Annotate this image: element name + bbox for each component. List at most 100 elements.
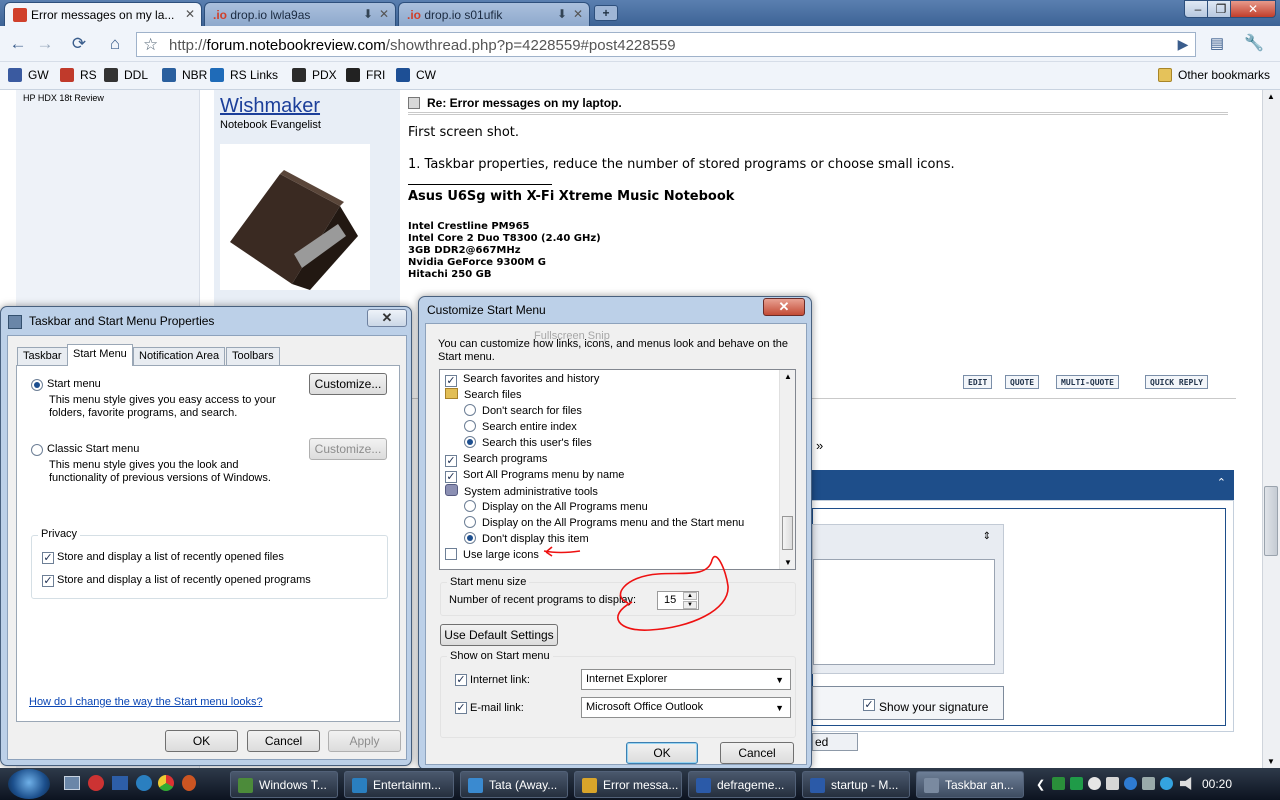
taskbar-button-1[interactable]: Windows T... bbox=[230, 771, 338, 798]
quicklaunch-icon[interactable] bbox=[182, 775, 196, 791]
close-icon[interactable]: ✕ bbox=[367, 309, 407, 327]
classic-start-menu-radio[interactable] bbox=[31, 444, 43, 456]
option-search-favorites-and-history[interactable]: ✓ Search favorites and history bbox=[445, 372, 599, 388]
taskbar-button-3[interactable]: Tata (Away... bbox=[460, 771, 568, 798]
bookmark-rs[interactable]: RS bbox=[60, 68, 97, 84]
quicklaunch-icon[interactable] bbox=[112, 776, 128, 790]
tray-icon[interactable] bbox=[1052, 777, 1065, 790]
page-scroll-thumb[interactable] bbox=[1264, 486, 1278, 556]
page-scrollbar[interactable]: ▲ ▼ bbox=[1262, 90, 1280, 768]
option-sort-all-programs-menu-by-name[interactable]: ✓ Sort All Programs menu by name bbox=[445, 468, 624, 484]
tab-notification-area[interactable]: Notification Area bbox=[133, 347, 226, 365]
options-scroll-thumb[interactable] bbox=[782, 516, 793, 550]
scroll-down-icon[interactable]: ▼ bbox=[784, 558, 792, 567]
tray-icon[interactable] bbox=[1070, 777, 1083, 790]
tray-icon[interactable] bbox=[1088, 777, 1101, 790]
internet-link-checkbox[interactable]: ✓ bbox=[455, 674, 467, 686]
tab-toolbars[interactable]: Toolbars bbox=[226, 347, 280, 365]
forward-arrow-icon[interactable]: → bbox=[33, 33, 57, 55]
taskbar-button-5[interactable]: defrageme... bbox=[688, 771, 796, 798]
volume-icon[interactable] bbox=[1180, 777, 1192, 790]
spin-up-icon[interactable]: ▲ bbox=[683, 592, 697, 600]
option-display-on-the-all-programs-menu[interactable]: Display on the All Programs menu bbox=[464, 500, 648, 516]
reply-textarea[interactable] bbox=[813, 559, 995, 665]
taskbar-button-6[interactable]: startup - M... bbox=[802, 771, 910, 798]
scroll-up-icon[interactable]: ▲ bbox=[784, 372, 792, 381]
help-icon[interactable] bbox=[1160, 777, 1173, 790]
bookmark-cw[interactable]: CW bbox=[396, 68, 436, 84]
start-orb-icon[interactable] bbox=[8, 769, 50, 799]
bookmark-pdx[interactable]: PDX bbox=[292, 68, 337, 84]
other-bookmarks[interactable]: Other bookmarks bbox=[1158, 68, 1270, 84]
bookmark-rs-links[interactable]: RS Links bbox=[210, 68, 278, 84]
recent-programs-spinner[interactable]: 15 ▲ ▼ bbox=[657, 591, 699, 610]
close-icon[interactable]: ✕ bbox=[763, 298, 805, 316]
store-programs-checkbox[interactable]: ✓ bbox=[42, 575, 54, 587]
resize-arrows-icon[interactable]: ⇕ bbox=[983, 531, 991, 542]
use-default-settings-button[interactable]: Use Default Settings bbox=[440, 624, 558, 646]
scroll-up-icon[interactable]: ▲ bbox=[1267, 92, 1275, 101]
tab-dropio-1[interactable]: .io drop.io lwla9as ⬇ ✕ bbox=[204, 2, 396, 26]
back-arrow-icon[interactable]: ← bbox=[6, 33, 30, 55]
close-tab-icon[interactable]: ✕ bbox=[379, 7, 389, 21]
scroll-down-icon[interactable]: ▼ bbox=[1267, 757, 1275, 766]
page-menu-icon[interactable]: ▤ bbox=[1205, 33, 1229, 55]
show-desktop-icon[interactable] bbox=[64, 776, 80, 790]
tab-taskbar[interactable]: Taskbar bbox=[17, 347, 68, 365]
submit-button-fragment[interactable]: ed bbox=[812, 733, 858, 751]
classic-customize-button[interactable]: Customize... bbox=[309, 438, 387, 460]
tab-dropio-2[interactable]: .io drop.io s01ufik ⬇ ✕ bbox=[398, 2, 590, 26]
go-play-icon[interactable]: ▶ bbox=[1171, 33, 1195, 55]
bookmark-star-icon[interactable]: ☆ bbox=[143, 35, 158, 55]
address-bar[interactable]: ☆ http://forum.notebookreview.com/showth… bbox=[136, 32, 1196, 57]
quick-reply-button[interactable]: QUICK REPLY bbox=[1145, 375, 1208, 389]
option-display-on-the-all-programs-menu-and-the-start-menu[interactable]: Display on the All Programs menu and the… bbox=[464, 516, 744, 532]
help-link[interactable]: How do I change the way the Start menu l… bbox=[29, 696, 263, 708]
taskbar-button-2[interactable]: Entertainm... bbox=[344, 771, 454, 798]
multi-quote-button[interactable]: MULTI-QUOTE bbox=[1056, 375, 1119, 389]
ok-button[interactable]: OK bbox=[626, 742, 698, 764]
option-search-this-user-s-files[interactable]: Search this user's files bbox=[464, 436, 592, 452]
options-list[interactable]: ▲ ▼ ✓ Search favorites and history Search … bbox=[439, 369, 796, 570]
tab-start-menu[interactable]: Start Menu bbox=[67, 344, 133, 366]
wrench-icon[interactable]: 🔧 bbox=[1242, 33, 1266, 55]
reload-icon[interactable]: ⟳ bbox=[67, 33, 91, 55]
taskbar-button-4[interactable]: Error messa... bbox=[574, 771, 682, 798]
tray-icon[interactable] bbox=[1106, 777, 1119, 790]
options-scrollbar[interactable]: ▲ ▼ bbox=[779, 370, 795, 569]
store-files-checkbox[interactable]: ✓ bbox=[42, 552, 54, 564]
edit-button[interactable]: EDIT bbox=[963, 375, 993, 389]
chrome-icon[interactable] bbox=[158, 775, 174, 791]
spin-down-icon[interactable]: ▼ bbox=[683, 601, 697, 609]
cancel-button[interactable]: Cancel bbox=[720, 742, 794, 764]
option-search-programs[interactable]: ✓ Search programs bbox=[445, 452, 547, 468]
clock[interactable]: 00:20 bbox=[1202, 777, 1232, 791]
email-link-dropdown[interactable]: Microsoft Office Outlook ▼ bbox=[581, 697, 791, 718]
taskbar-button-7[interactable]: Taskbar an... bbox=[916, 771, 1024, 798]
tray-icon[interactable] bbox=[1124, 777, 1137, 790]
option-don-t-search-for-files[interactable]: Don't search for files bbox=[464, 404, 582, 420]
option-use-large-icons[interactable]: Use large icons bbox=[445, 548, 539, 564]
bookmark-nbr[interactable]: NBR bbox=[162, 68, 207, 84]
cancel-button[interactable]: Cancel bbox=[247, 730, 320, 752]
start-menu-radio[interactable] bbox=[31, 379, 43, 391]
bookmark-gw[interactable]: GW bbox=[8, 68, 49, 84]
close-window-button[interactable]: ✕ bbox=[1230, 0, 1276, 18]
apply-button[interactable]: Apply bbox=[328, 730, 401, 752]
home-icon[interactable]: ⌂ bbox=[103, 33, 127, 55]
page-nav-arrow[interactable]: » bbox=[816, 438, 823, 453]
internet-link-dropdown[interactable]: Internet Explorer ▼ bbox=[581, 669, 791, 690]
option-search-entire-index[interactable]: Search entire index bbox=[464, 420, 577, 436]
quote-button[interactable]: QUOTE bbox=[1005, 375, 1040, 389]
email-link-checkbox[interactable]: ✓ bbox=[455, 702, 467, 714]
sidebar-link[interactable]: HP HDX 18t Review bbox=[23, 93, 104, 103]
internet-explorer-icon[interactable] bbox=[136, 775, 152, 791]
customize-button[interactable]: Customize... bbox=[309, 373, 387, 395]
author-name[interactable]: Wishmaker bbox=[220, 95, 320, 118]
ok-button[interactable]: OK bbox=[165, 730, 238, 752]
collapse-icon[interactable]: ⌃ bbox=[1217, 476, 1226, 489]
option-don-t-display-this-item[interactable]: Don't display this item bbox=[464, 532, 589, 548]
network-icon[interactable] bbox=[1142, 777, 1155, 790]
quicklaunch-icon[interactable] bbox=[88, 775, 104, 791]
tab-error-messages[interactable]: Error messages on my la... ✕ bbox=[4, 2, 202, 26]
